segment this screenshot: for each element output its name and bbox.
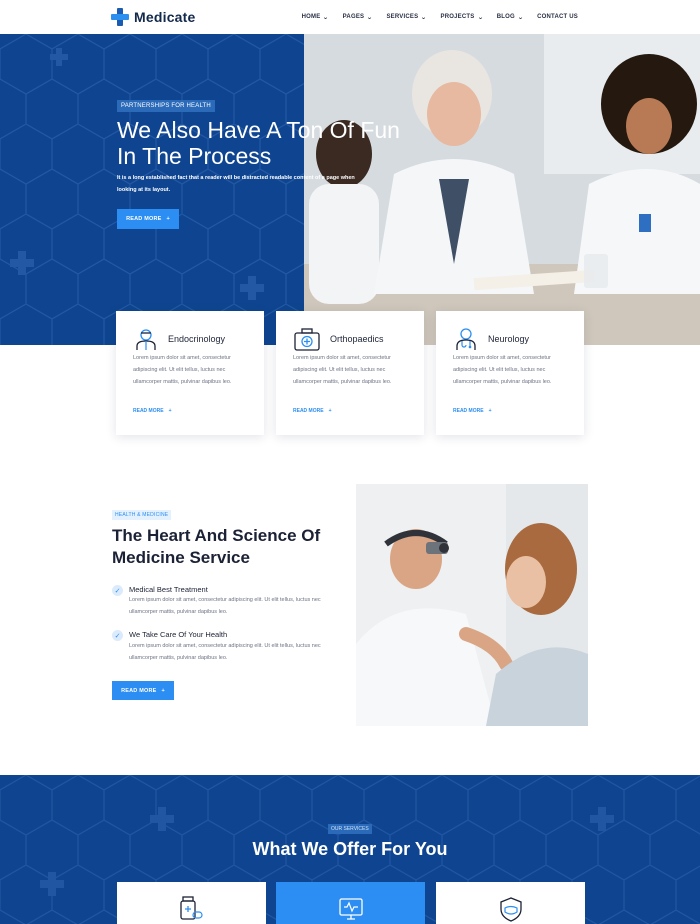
about-title: The Heart And Science Of Medicine Servic… [112,526,321,567]
nav-item-services[interactable]: SERVICES ⌄ [386,14,426,21]
plus-icon: + [488,408,492,414]
plus-icon: + [168,408,172,414]
plus-icon: + [328,408,332,414]
plus-icon: + [161,687,165,694]
link-label: READ MORE [453,408,484,414]
nav-label: CONTACT US [537,14,578,20]
hero-text: It is a long established fact that a rea… [117,175,355,193]
feature-title: Orthopaedics [330,334,384,344]
hero-title: We Also Have A Ton Of Fun In The Process [117,117,400,169]
chevron-down-icon: ⌄ [322,14,330,21]
logo-cross-icon [111,8,129,26]
link-label: READ MORE [133,408,164,414]
about-item-title: Medical Best Treatment [129,585,208,594]
brand-name: Medicate [134,9,196,25]
services-section: OUR SERVICES What We Offer For You [0,775,700,924]
nav-item-home[interactable]: HOME ⌄ [302,14,329,21]
doctor-stethoscope-icon [456,328,476,350]
hero-badge: PARTNERSHIPS FOR HEALTH [117,100,215,112]
medical-kit-icon [294,328,320,351]
nav-label: SERVICES [386,14,419,20]
about-item-text: Lorem ipsum dolor sit amet, consectetur … [129,597,321,615]
nav-label: BLOG [496,14,515,20]
main-nav: HOME ⌄ PAGES ⌄ SERVICES ⌄ PROJECTS ⌄ BLOG ⌄ C… [302,0,578,34]
nav-label: PAGES [342,14,365,20]
nav-label: HOME [301,14,321,20]
about-item-text: Lorem ipsum dolor sit amet, consectetur … [129,643,321,661]
nav-item-blog[interactable]: BLOG ⌄ [496,14,524,21]
feature-card-neurology: Neurology Lorem ipsum dolor sit amet, co… [436,311,584,435]
chevron-down-icon: ⌄ [420,14,428,21]
plus-icon: + [166,216,170,222]
nav-item-pages[interactable]: PAGES ⌄ [343,14,373,21]
services-title: What We Offer For You [252,839,448,859]
about-photo-illustration [356,484,588,726]
medicine-bottle-icon [180,896,203,920]
chevron-down-icon: ⌄ [517,14,524,21]
feature-read-more-link[interactable]: READ MORE + [293,408,331,414]
nav-item-contact[interactable]: CONTACT US [537,14,578,20]
about-read-more-button[interactable]: READ MORE + [112,681,174,700]
check-icon: ✓ [112,585,123,596]
service-card[interactable] [436,882,585,924]
about-photo-doctor-examining-patient [356,484,588,726]
feature-text: Lorem ipsum dolor sit amet, consectetur … [293,355,392,385]
feature-card-orthopaedics: Orthopaedics Lorem ipsum dolor sit amet,… [276,311,424,435]
logo[interactable]: Medicate [111,8,196,26]
medical-monitor-icon [339,898,363,920]
feature-read-more-link[interactable]: READ MORE + [133,408,171,414]
feature-title: Neurology [488,334,530,344]
hero-section: PARTNERSHIPS FOR HEALTH We Also Have A T… [0,34,700,345]
feature-title: Endocrinology [168,334,226,344]
nav-label: PROJECTS [440,14,475,20]
feature-text: Lorem ipsum dolor sit amet, consectetur … [133,355,232,385]
hero-photo-doctors-meeting [304,34,700,345]
site-header: Medicate HOME ⌄ PAGES ⌄ SERVICES ⌄ PROJECTS… [0,0,700,34]
feature-text: Lorem ipsum dolor sit amet, consectetur … [453,355,552,385]
feature-read-more-link[interactable]: READ MORE + [453,408,491,414]
nav-item-projects[interactable]: PROJECTS ⌄ [441,14,483,21]
link-label: READ MORE [293,408,324,414]
chevron-down-icon: ⌄ [476,14,484,21]
service-card[interactable] [117,882,266,924]
about-tag: HEALTH & MEDICINE [112,510,172,520]
button-label: READ MORE [121,687,157,694]
chevron-down-icon: ⌄ [366,14,373,21]
feature-card-endocrinology: Endocrinology Lorem ipsum dolor sit amet… [116,311,264,435]
doctor-icon [136,329,156,350]
check-icon: ✓ [112,630,123,641]
face-mask-shield-icon [500,897,522,922]
button-label: READ MORE [126,216,162,222]
hero-photo-illustration [304,34,700,345]
services-tag: OUR SERVICES [328,824,372,834]
hero-read-more-button[interactable]: READ MORE + [117,209,179,229]
about-item-title: We Take Care Of Your Health [129,630,228,639]
service-card-active[interactable] [276,882,425,924]
